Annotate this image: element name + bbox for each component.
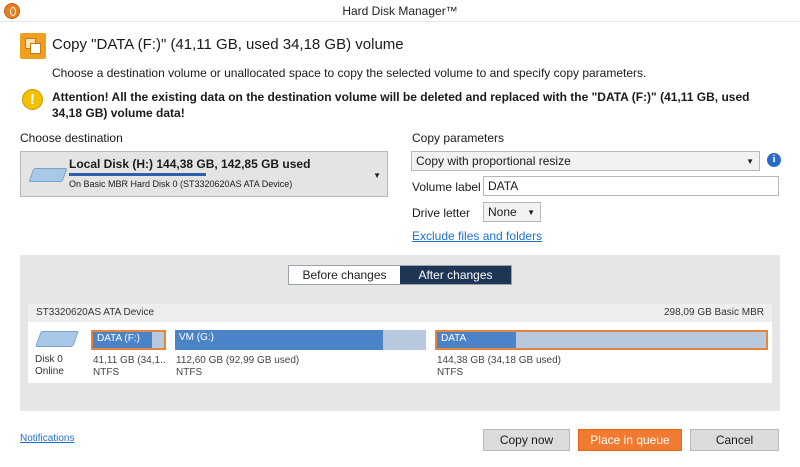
partition-fs: NTFS xyxy=(437,367,464,378)
disk-header: ST3320620AS ATA Device 298,09 GB Basic M… xyxy=(28,304,772,322)
drive-letter-select[interactable]: None ▼ xyxy=(483,202,541,222)
drive-letter-caption: Drive letter xyxy=(412,206,471,220)
copy-now-button[interactable]: Copy now xyxy=(483,429,570,451)
partition-size: 112,60 GB (92,99 GB used) xyxy=(176,355,300,366)
partition-size: 41,11 GB (34,1... xyxy=(93,355,166,366)
partition-fs: NTFS xyxy=(176,367,203,378)
partition-size: 144,38 GB (34,18 GB used) xyxy=(437,355,561,366)
partition-fs: NTFS xyxy=(93,367,120,378)
copy-parameters-label: Copy parameters xyxy=(412,131,505,145)
tab-after-changes[interactable]: After changes xyxy=(400,266,511,284)
volume-label-caption: Volume label xyxy=(412,180,481,194)
chevron-down-icon: ▼ xyxy=(373,171,381,180)
hard-disk-icon xyxy=(28,168,68,182)
hard-disk-icon xyxy=(35,331,79,347)
copy-mode-select[interactable]: Copy with proportional resize ▼ xyxy=(411,151,760,171)
choose-destination-label: Choose destination xyxy=(20,131,123,145)
destination-usage-bar xyxy=(69,173,207,176)
changes-toggle: Before changes After changes xyxy=(288,265,512,285)
info-icon[interactable]: i xyxy=(767,153,781,167)
title-bar: Hard Disk Manager™ xyxy=(0,0,800,22)
exclude-files-link[interactable]: Exclude files and folders xyxy=(412,229,542,243)
exclamation-icon: ! xyxy=(22,89,43,110)
volume-label-input[interactable]: DATA xyxy=(483,176,779,196)
device-capacity: 298,09 GB Basic MBR xyxy=(663,307,764,318)
dialog-description: Choose a destination volume or unallocat… xyxy=(52,66,647,80)
partition-label: DATA xyxy=(441,333,467,344)
warning-text: Attention! All the existing data on the … xyxy=(52,90,750,120)
place-in-queue-button[interactable]: Place in queue xyxy=(578,429,682,451)
destination-selector[interactable]: Local Disk (H:) 144,38 GB, 142,85 GB use… xyxy=(20,151,388,197)
partition-label: DATA (F:) xyxy=(97,333,140,344)
chevron-down-icon: ▼ xyxy=(746,157,754,166)
cancel-button[interactable]: Cancel xyxy=(690,429,779,451)
partition-vm-g[interactable]: VM (G:) xyxy=(175,330,426,350)
dialog-title: Copy "DATA (F:)" (41,11 GB, used 34,18 G… xyxy=(52,36,404,53)
tab-before-changes[interactable]: Before changes xyxy=(289,266,400,284)
copy-volume-icon xyxy=(20,33,46,59)
disk-preview-panel: Before changes After changes ST3320620AS… xyxy=(20,255,780,411)
disk-name: Disk 0 xyxy=(35,354,63,365)
disk-map: ST3320620AS ATA Device 298,09 GB Basic M… xyxy=(28,304,772,383)
device-name: ST3320620AS ATA Device xyxy=(36,307,155,318)
destination-subtitle: On Basic MBR Hard Disk 0 (ST3320620AS AT… xyxy=(69,179,293,189)
window-title: Hard Disk Manager™ xyxy=(342,4,458,18)
chevron-down-icon: ▼ xyxy=(527,208,535,217)
drive-letter-value: None xyxy=(488,205,517,219)
notifications-link[interactable]: Notifications xyxy=(20,433,74,444)
partition-data-new[interactable]: DATA xyxy=(435,330,768,350)
disk-status: Online xyxy=(35,366,64,377)
partition-label: VM (G:) xyxy=(179,332,214,343)
destination-name: Local Disk (H:) 144,38 GB, 142,85 GB use… xyxy=(69,157,311,171)
copy-mode-value: Copy with proportional resize xyxy=(416,154,571,168)
partition-data-f[interactable]: DATA (F:) xyxy=(91,330,166,350)
